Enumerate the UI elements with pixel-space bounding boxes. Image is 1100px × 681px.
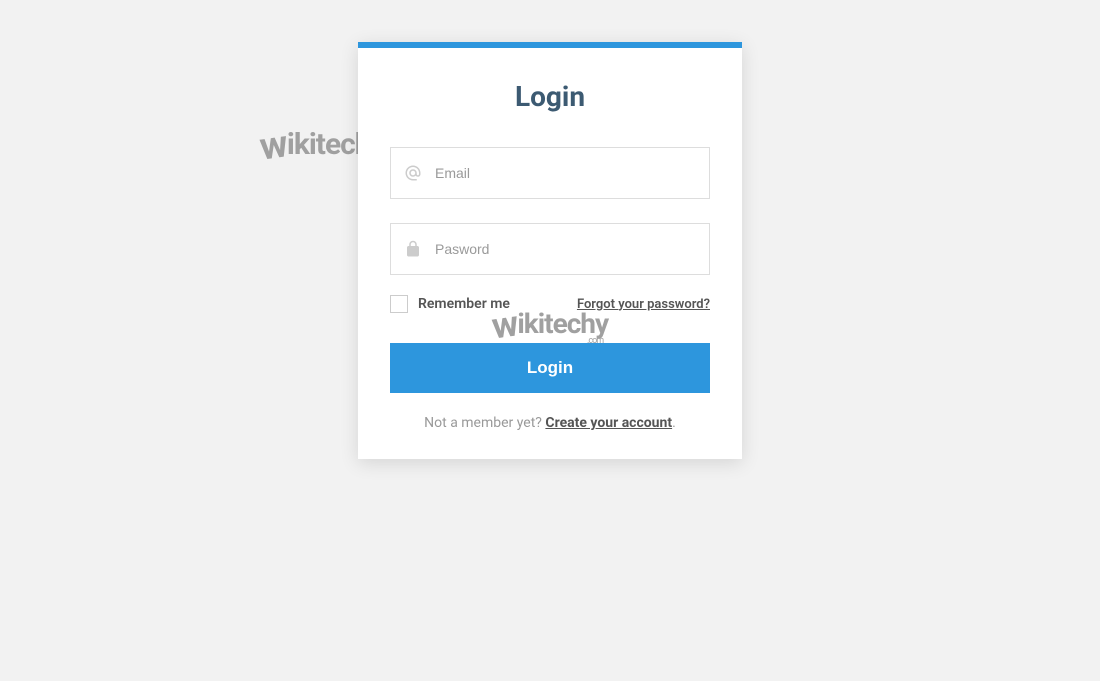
signup-prompt-row: Not a member yet? Create your account.	[390, 415, 710, 431]
signup-prompt-text: Not a member yet?	[424, 415, 545, 431]
login-card: Login Remember me Forgot your password? …	[358, 42, 742, 459]
signup-suffix: .	[672, 415, 676, 431]
password-input-group	[390, 223, 710, 275]
remember-forgot-row: Remember me Forgot your password?	[390, 295, 710, 313]
lock-icon	[391, 240, 435, 258]
forgot-password-link[interactable]: Forgot your password?	[577, 297, 710, 312]
login-button[interactable]: Login	[390, 343, 710, 393]
remember-label: Remember me	[418, 296, 510, 312]
create-account-link[interactable]: Create your account	[545, 415, 672, 431]
card-body: Login Remember me Forgot your password? …	[358, 48, 742, 459]
email-field[interactable]	[435, 148, 709, 198]
email-input-group	[390, 147, 710, 199]
remember-me-group: Remember me	[390, 295, 510, 313]
password-field[interactable]	[435, 224, 709, 274]
login-title: Login	[390, 80, 710, 113]
remember-checkbox[interactable]	[390, 295, 408, 313]
at-icon	[391, 164, 435, 182]
